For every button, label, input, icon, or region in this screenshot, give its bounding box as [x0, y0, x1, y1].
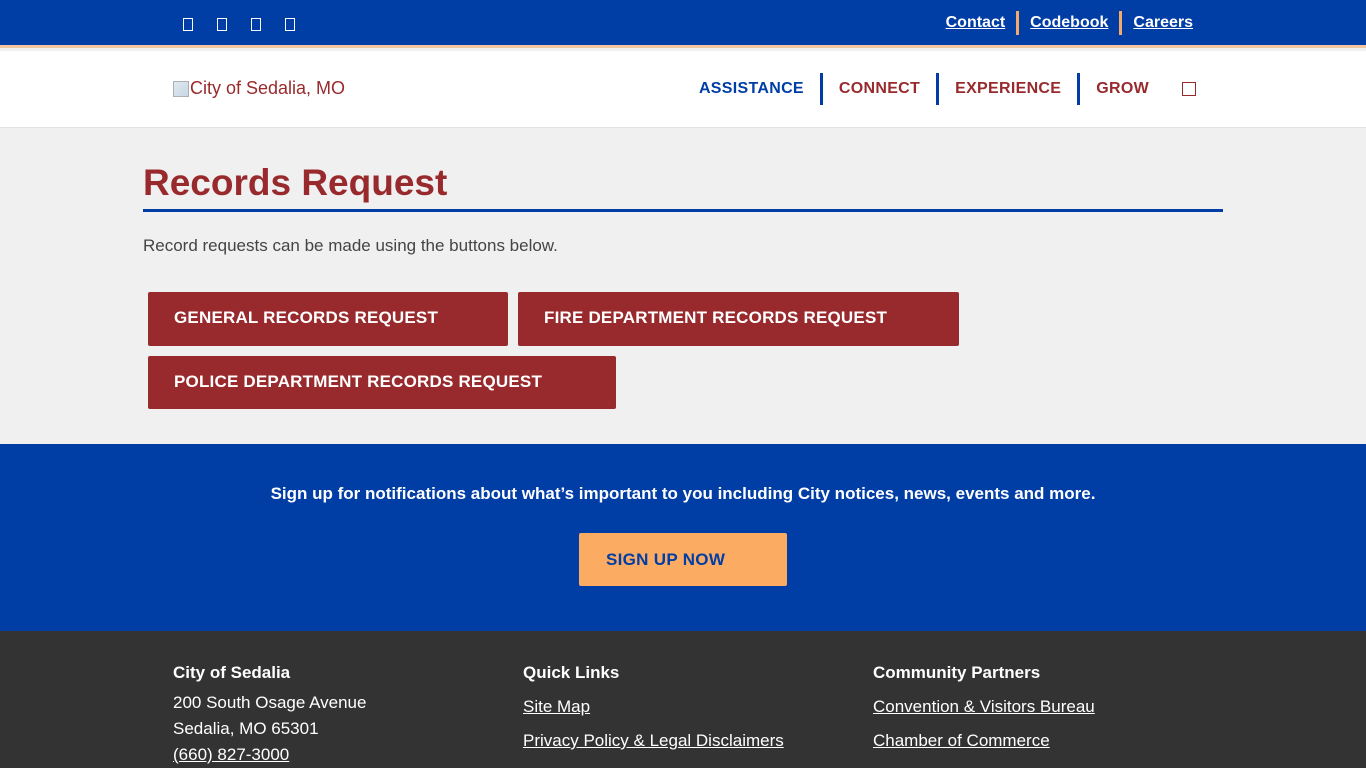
nav-connect[interactable]: CONNECT	[823, 73, 936, 105]
police-department-records-request-button[interactable]: POLICE DEPARTMENT RECORDS REQUEST	[148, 356, 616, 409]
footer-privacy-policy-link[interactable]: Privacy Policy & Legal Disclaimers	[523, 724, 784, 758]
footer-phone-link[interactable]: (660) 827-3000	[173, 742, 366, 768]
logo-alt-text: City of Sedalia, MO	[190, 78, 346, 98]
utility-divider	[1119, 11, 1123, 35]
footer-heading-city: City of Sedalia	[173, 663, 291, 682]
page-title: Records Request	[143, 162, 1223, 212]
search-icon[interactable]	[1182, 82, 1196, 96]
twitter-icon[interactable]	[216, 14, 250, 34]
site-logo[interactable]: City of Sedalia, MO	[173, 78, 345, 99]
footer-heading-community-partners: Community Partners	[873, 663, 1041, 682]
site-footer: City of Sedalia 200 South Osage Avenue S…	[0, 631, 1366, 768]
main-content: Records Request Record requests can be m…	[143, 128, 1223, 419]
contact-link[interactable]: Contact	[946, 12, 1006, 34]
footer-site-map-link[interactable]: Site Map	[523, 690, 784, 724]
nav-experience[interactable]: EXPERIENCE	[939, 73, 1077, 105]
footer-chamber-of-commerce-link[interactable]: Chamber of Commerce	[873, 724, 1095, 758]
broken-image-icon	[173, 80, 189, 97]
footer-quick-links-column: Quick Links Site Map Privacy Policy & Le…	[523, 664, 784, 758]
signup-band: Sign up for notifications about what’s i…	[0, 444, 1366, 631]
top-utility-bar: Contact Codebook Careers	[0, 0, 1366, 48]
codebook-link[interactable]: Codebook	[1030, 12, 1108, 34]
youtube-icon[interactable]	[284, 14, 318, 34]
intro-text: Record requests can be made using the bu…	[143, 236, 558, 255]
footer-contact-column: City of Sedalia 200 South Osage Avenue S…	[173, 664, 366, 768]
instagram-icon[interactable]	[250, 14, 284, 34]
nav-grow[interactable]: GROW	[1080, 73, 1165, 105]
sign-up-now-button[interactable]: SIGN UP NOW	[579, 533, 787, 586]
signup-text: Sign up for notifications about what’s i…	[270, 484, 1096, 503]
main-navigation: ASSISTANCE CONNECT EXPERIENCE GROW	[683, 73, 1196, 105]
footer-address-line1: 200 South Osage Avenue	[173, 693, 367, 712]
facebook-icon[interactable]	[182, 14, 216, 34]
nav-assistance[interactable]: ASSISTANCE	[683, 73, 820, 105]
footer-heading-quick-links: Quick Links	[523, 663, 620, 682]
site-header: City of Sedalia, MO ASSISTANCE CONNECT E…	[0, 51, 1366, 128]
utility-links: Contact Codebook Careers	[946, 11, 1193, 35]
footer-community-partners-column: Community Partners Convention & Visitors…	[873, 664, 1095, 758]
careers-link[interactable]: Careers	[1133, 12, 1193, 34]
fire-department-records-request-button[interactable]: FIRE DEPARTMENT RECORDS REQUEST	[518, 292, 959, 346]
social-links	[182, 14, 318, 34]
request-buttons: GENERAL RECORDS REQUEST FIRE DEPARTMENT …	[143, 292, 973, 419]
footer-convention-visitors-bureau-link[interactable]: Convention & Visitors Bureau	[873, 690, 1095, 724]
general-records-request-button[interactable]: GENERAL RECORDS REQUEST	[148, 292, 508, 346]
utility-divider	[1016, 11, 1020, 35]
footer-address-line2: Sedalia, MO 65301	[173, 719, 319, 738]
